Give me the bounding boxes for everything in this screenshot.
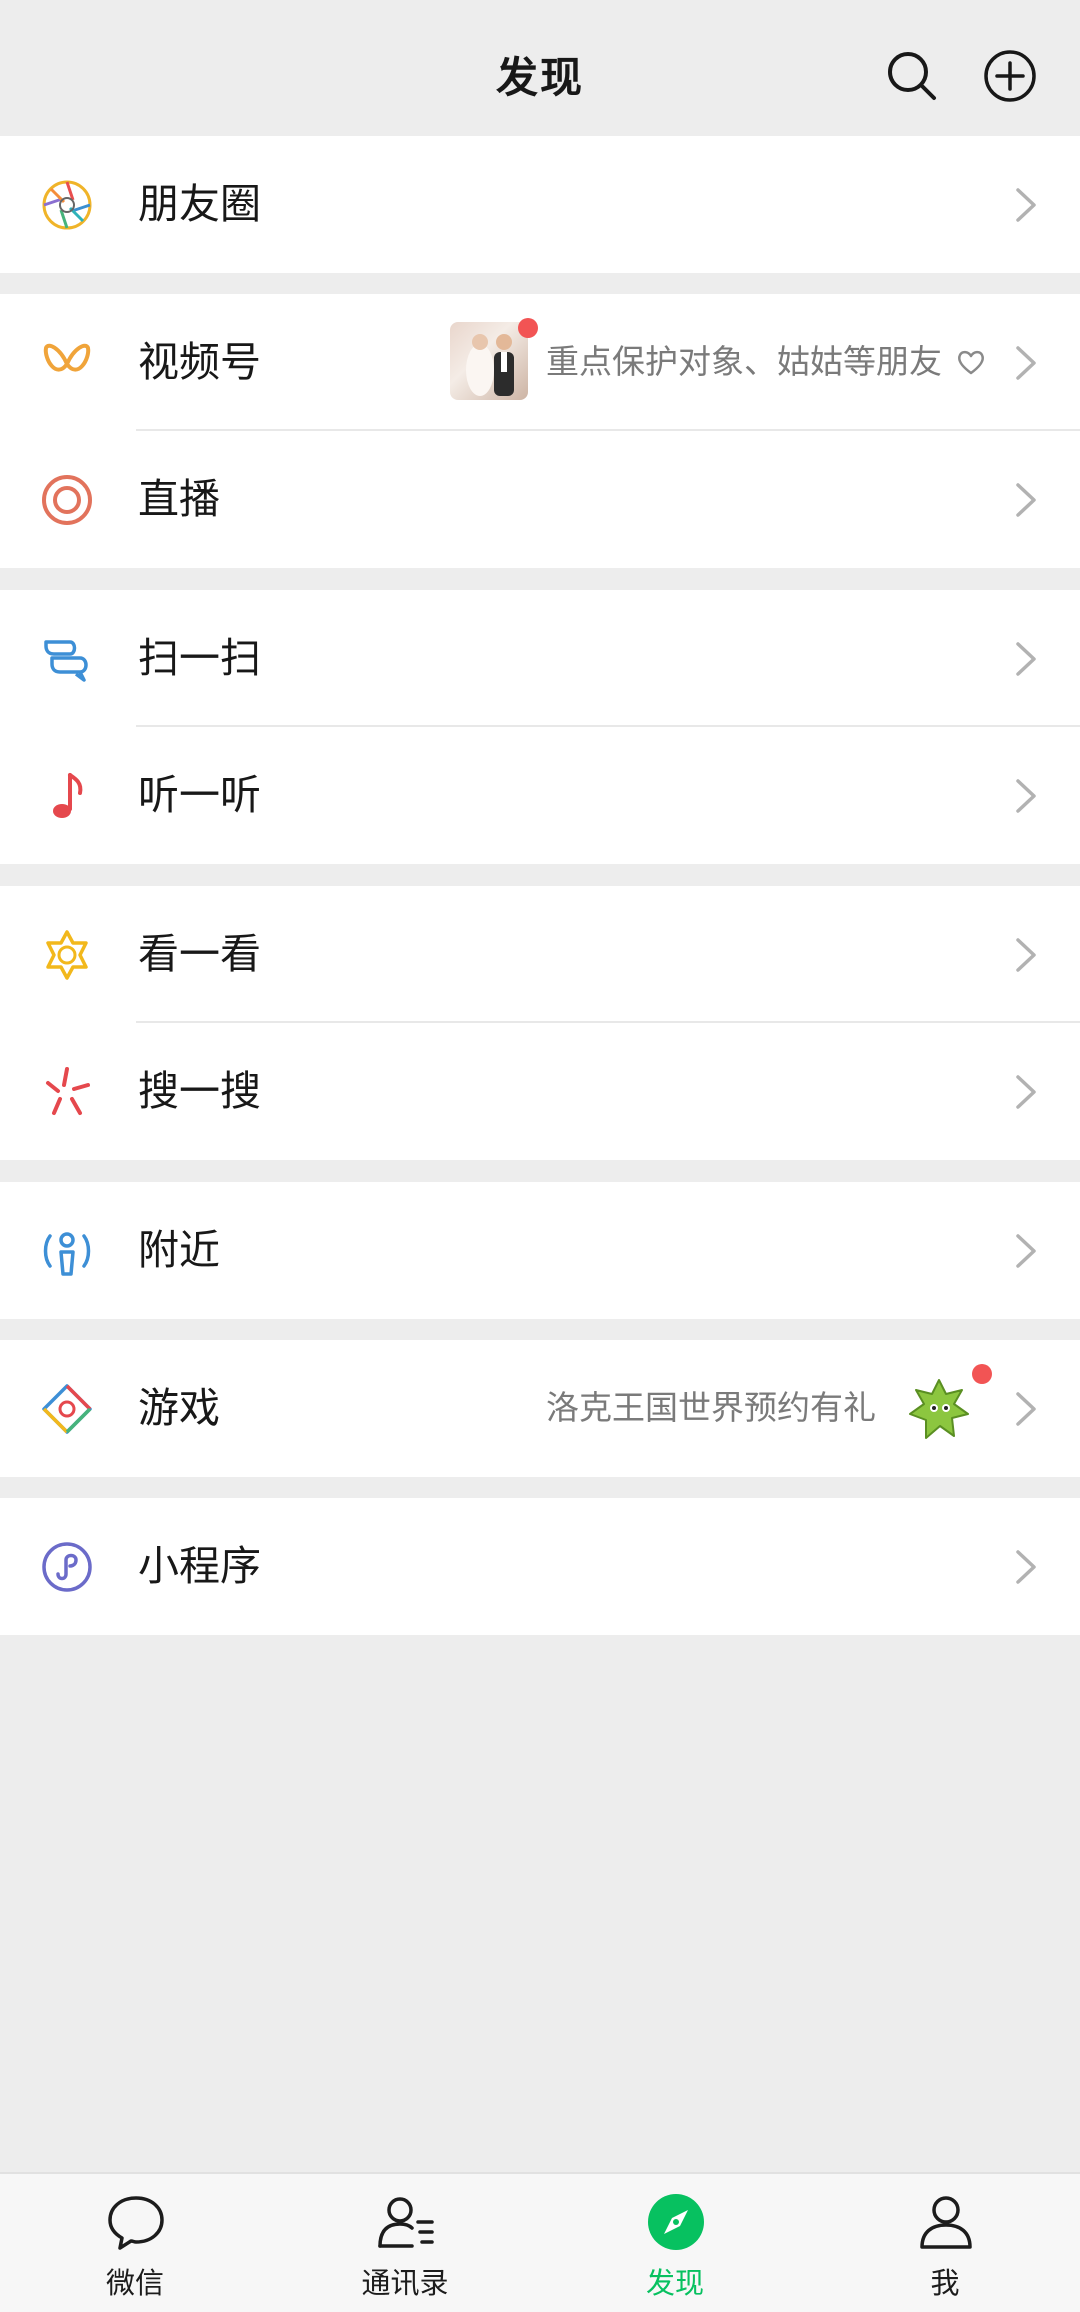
- search-label: 搜一搜: [138, 1067, 261, 1115]
- me-icon: [920, 2196, 972, 2249]
- mini-programs-label: 小程序: [138, 1542, 261, 1590]
- group-mini-programs: 小程序: [0, 1498, 1080, 1635]
- heart-icon: [958, 350, 984, 375]
- chevron-right-icon: [1016, 346, 1036, 380]
- channels-label: 视频号: [138, 338, 261, 386]
- nearby-row[interactable]: 附近: [0, 1182, 1080, 1319]
- chevron-right-icon: [1016, 779, 1036, 813]
- contacts-icon: [378, 2197, 434, 2248]
- tab-chats[interactable]: 微信: [0, 2174, 270, 2312]
- moments-label: 朋友圈: [138, 180, 261, 228]
- chevron-right-icon: [1016, 483, 1036, 517]
- add-circle-icon[interactable]: [982, 48, 1038, 104]
- scan-row[interactable]: 扫一扫: [0, 590, 1080, 727]
- group-moments: 朋友圈: [0, 136, 1080, 273]
- games-row[interactable]: 游戏 洛克王国世界预约有礼: [0, 1340, 1080, 1477]
- top-stories-label: 看一看: [138, 930, 261, 978]
- games-new-dot: [972, 1364, 992, 1384]
- moments-row[interactable]: 朋友圈: [0, 136, 1080, 273]
- listen-row[interactable]: 听一听: [0, 727, 1080, 864]
- search-row[interactable]: 搜一搜: [0, 1023, 1080, 1160]
- search-spark-icon: [46, 1067, 90, 1115]
- nearby-person-icon: [43, 1232, 91, 1276]
- top-stories-row[interactable]: 看一看: [0, 886, 1080, 1023]
- mini-programs-row[interactable]: 小程序: [0, 1498, 1080, 1635]
- channels-thumbnail: [450, 322, 528, 400]
- top-bar: 发现: [0, 0, 1080, 136]
- group-nearby: 附近: [0, 1182, 1080, 1319]
- group-channels: 视频号 重点保护对象、姑姑等朋友 直播: [0, 294, 1080, 568]
- games-diamond-icon: [42, 1384, 92, 1434]
- live-label: 直播: [138, 475, 220, 523]
- tab-me-label: 我: [930, 2266, 960, 2300]
- game-mascot-icon: [909, 1379, 969, 1439]
- tab-discover-label: 发现: [645, 2266, 704, 2300]
- group-scan: 扫一扫 听一听: [0, 590, 1080, 864]
- channels-row[interactable]: 视频号 重点保护对象、姑姑等朋友: [0, 294, 1080, 431]
- tab-discover[interactable]: 发现: [540, 2174, 810, 2312]
- games-subtitle: 洛克王国世界预约有礼: [546, 1388, 876, 1427]
- channels-new-dot: [518, 318, 538, 338]
- live-row[interactable]: 直播: [0, 431, 1080, 568]
- chevron-right-icon: [1016, 1075, 1036, 1109]
- channels-subtitle: 重点保护对象、姑姑等朋友: [546, 342, 942, 381]
- group-stories: 看一看 搜一搜: [0, 886, 1080, 1160]
- chevron-right-icon: [1016, 1392, 1036, 1426]
- chevron-right-icon: [1016, 938, 1036, 972]
- chat-icon: [108, 2196, 164, 2250]
- tab-contacts[interactable]: 通讯录: [270, 2174, 540, 2312]
- chevron-right-icon: [1016, 1234, 1036, 1268]
- discover-compass-icon: [648, 2194, 704, 2250]
- scan-label: 扫一扫: [138, 634, 261, 682]
- mini-programs-icon: [42, 1542, 92, 1592]
- chevron-right-icon: [1016, 188, 1036, 222]
- tab-chats-label: 微信: [105, 2266, 164, 2300]
- chevron-right-icon: [1016, 642, 1036, 676]
- live-icon: [42, 475, 92, 525]
- bottom-tab-bar: 微信 通讯录 发现 我: [0, 2172, 1080, 2312]
- scan-icon: [44, 640, 88, 682]
- search-icon[interactable]: [884, 48, 940, 104]
- nearby-label: 附近: [138, 1226, 220, 1274]
- group-games: 游戏 洛克王国世界预约有礼: [0, 1340, 1080, 1477]
- listen-label: 听一听: [138, 771, 261, 819]
- games-label: 游戏: [138, 1384, 220, 1432]
- tab-contacts-label: 通讯录: [361, 2266, 449, 2300]
- tab-me[interactable]: 我: [810, 2174, 1080, 2312]
- chevron-right-icon: [1016, 1550, 1036, 1584]
- music-note-icon: [53, 773, 83, 818]
- channels-butterfly-icon: [43, 343, 91, 372]
- top-stories-star-icon: [46, 930, 88, 980]
- moments-aperture-icon: [42, 180, 92, 230]
